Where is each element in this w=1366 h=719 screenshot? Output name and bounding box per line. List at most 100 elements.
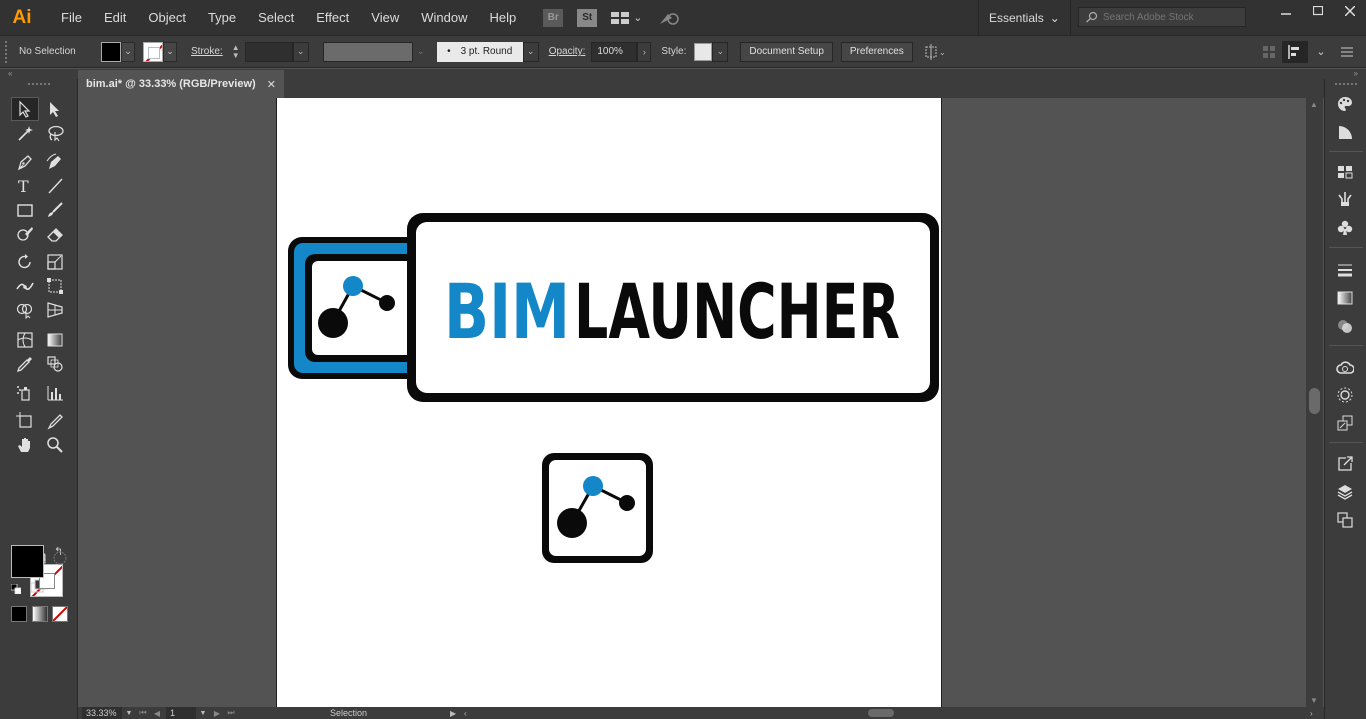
width-tool[interactable] — [11, 274, 39, 298]
menu-window[interactable]: Window — [410, 0, 478, 35]
dock-grip[interactable] — [1335, 83, 1357, 87]
export-panel-button[interactable] — [1333, 453, 1357, 475]
variable-width-dropdown[interactable]: ⌄ — [413, 42, 429, 62]
scroll-up-icon[interactable]: ▲ — [1310, 100, 1318, 109]
direct-selection-tool[interactable] — [41, 97, 69, 121]
previous-artboard-icon[interactable]: ◀ — [150, 709, 164, 718]
canvas-area[interactable]: BIM LAUNCHER — [78, 98, 1306, 707]
collapse-left-icon[interactable]: « — [8, 69, 12, 78]
chevron-down-icon[interactable]: ⌄ — [1308, 41, 1334, 63]
transparency-panel-button[interactable] — [1333, 315, 1357, 337]
tools-grip[interactable] — [28, 83, 50, 87]
slice-tool[interactable] — [41, 409, 69, 433]
color-panel-button[interactable] — [1333, 93, 1357, 115]
swatches-panel-button[interactable] — [1333, 161, 1357, 183]
fill-dropdown[interactable]: ⌄ — [121, 41, 135, 62]
menu-effect[interactable]: Effect — [305, 0, 360, 35]
panel-menu-icon[interactable] — [1334, 41, 1360, 63]
free-transform-tool[interactable] — [41, 274, 69, 298]
paintbrush-tool[interactable] — [41, 198, 69, 222]
graphic-styles-panel-button[interactable] — [1333, 412, 1357, 434]
gradient-panel-button[interactable] — [1333, 287, 1357, 309]
stock-button[interactable]: St — [577, 8, 598, 27]
menu-edit[interactable]: Edit — [93, 0, 137, 35]
pen-tool[interactable] — [11, 150, 39, 174]
node-blue[interactable] — [343, 276, 363, 296]
stroke-panel-button[interactable] — [1333, 259, 1357, 281]
node-big[interactable] — [318, 308, 348, 338]
symbols-panel-button[interactable] — [1333, 217, 1357, 239]
workspace-switcher[interactable]: Essentials ⌄ — [978, 0, 1071, 35]
stroke-weight-input[interactable] — [244, 41, 293, 62]
variable-width-profile[interactable] — [322, 41, 413, 62]
artboard-number-field[interactable]: 1 — [166, 707, 196, 719]
status-label[interactable]: Selection — [330, 708, 450, 718]
shape-builder-tool[interactable] — [11, 298, 39, 322]
scroll-left-icon[interactable]: ‹ — [464, 709, 478, 718]
none-mode-button[interactable] — [52, 606, 68, 622]
draw-inside-button[interactable] — [51, 549, 69, 567]
opacity-input[interactable]: 100% — [591, 41, 638, 62]
selection-tool[interactable] — [11, 97, 39, 121]
stroke-swatch[interactable] — [143, 41, 163, 62]
opacity-slider-toggle[interactable]: › — [637, 41, 652, 62]
brush-definition[interactable]: • 3 pt. Round — [436, 41, 523, 62]
arrange-documents-button[interactable]: ⌄ — [611, 8, 645, 28]
maximize-button[interactable] — [1302, 0, 1334, 22]
close-icon[interactable]: ✕ — [267, 78, 276, 91]
menu-file[interactable]: File — [50, 0, 93, 35]
brushes-panel-button[interactable] — [1333, 188, 1357, 210]
mesh-tool[interactable] — [11, 328, 39, 352]
minimize-button[interactable] — [1270, 0, 1302, 22]
curvature-tool[interactable] — [41, 150, 69, 174]
vertical-scrollbar[interactable]: ▲ ▼ — [1306, 98, 1323, 707]
scale-tool[interactable] — [41, 250, 69, 274]
menu-select[interactable]: Select — [247, 0, 305, 35]
color-guide-button[interactable] — [1333, 121, 1357, 143]
hand-tool[interactable] — [11, 433, 39, 457]
graphic-style-swatch[interactable] — [694, 42, 713, 61]
logo-inner-white[interactable] — [312, 261, 413, 355]
opacity-label[interactable]: Opacity: — [549, 46, 586, 57]
artwork[interactable]: BIM LAUNCHER — [277, 98, 943, 707]
menu-help[interactable]: Help — [478, 0, 527, 35]
document-tab[interactable]: bim.ai* @ 33.33% (RGB/Preview) ✕ — [78, 70, 284, 98]
zoom-level-field[interactable]: 33.33% — [82, 707, 122, 719]
icon-node-big[interactable] — [557, 508, 587, 538]
stock-search-input[interactable] — [1103, 11, 1243, 23]
stock-search-box[interactable] — [1078, 7, 1246, 27]
stroke-weight-dropdown[interactable]: ⌄ — [292, 41, 309, 62]
type-tool[interactable]: T — [11, 174, 39, 198]
shaper-tool[interactable] — [11, 222, 39, 246]
logo-text-bim[interactable]: BIM — [444, 267, 570, 356]
lasso-tool[interactable] — [41, 121, 69, 145]
fill-swatch[interactable] — [101, 41, 121, 62]
zoom-tool[interactable] — [41, 433, 69, 457]
menu-view[interactable]: View — [360, 0, 410, 35]
stroke-weight-stepper[interactable]: ▲ ▼ — [229, 42, 243, 62]
next-artboard-icon[interactable]: ▶ — [210, 709, 224, 718]
color-mode-button[interactable] — [11, 606, 27, 622]
isolate-icon[interactable] — [1256, 41, 1282, 63]
blend-tool[interactable] — [41, 352, 69, 376]
icon-node-small[interactable] — [619, 495, 635, 511]
node-small[interactable] — [379, 295, 395, 311]
last-artboard-icon[interactable]: ⏭ — [224, 708, 238, 718]
default-fill-stroke-icon[interactable] — [11, 584, 21, 594]
collapse-right-icon[interactable]: » — [1354, 69, 1358, 78]
horizontal-scrollbar[interactable] — [478, 707, 1310, 719]
gradient-mode-button[interactable] — [32, 606, 48, 622]
eyedropper-tool[interactable] — [11, 352, 39, 376]
preferences-button[interactable]: Preferences — [840, 41, 913, 62]
scroll-right-icon[interactable]: › — [1310, 709, 1324, 718]
vertical-scroll-thumb[interactable] — [1309, 388, 1320, 414]
magic-wand-tool[interactable] — [11, 121, 39, 145]
bridge-button[interactable]: Br — [543, 8, 564, 27]
scroll-down-icon[interactable]: ▼ — [1310, 696, 1318, 705]
symbol-sprayer-tool[interactable] — [11, 381, 39, 405]
close-window-button[interactable] — [1334, 0, 1366, 22]
align-panel-icon[interactable] — [1282, 40, 1308, 63]
artboard-tool[interactable] — [11, 409, 39, 433]
stroke-color-dropdown[interactable]: ⌄ — [163, 41, 177, 62]
gradient-tool[interactable] — [41, 328, 69, 352]
